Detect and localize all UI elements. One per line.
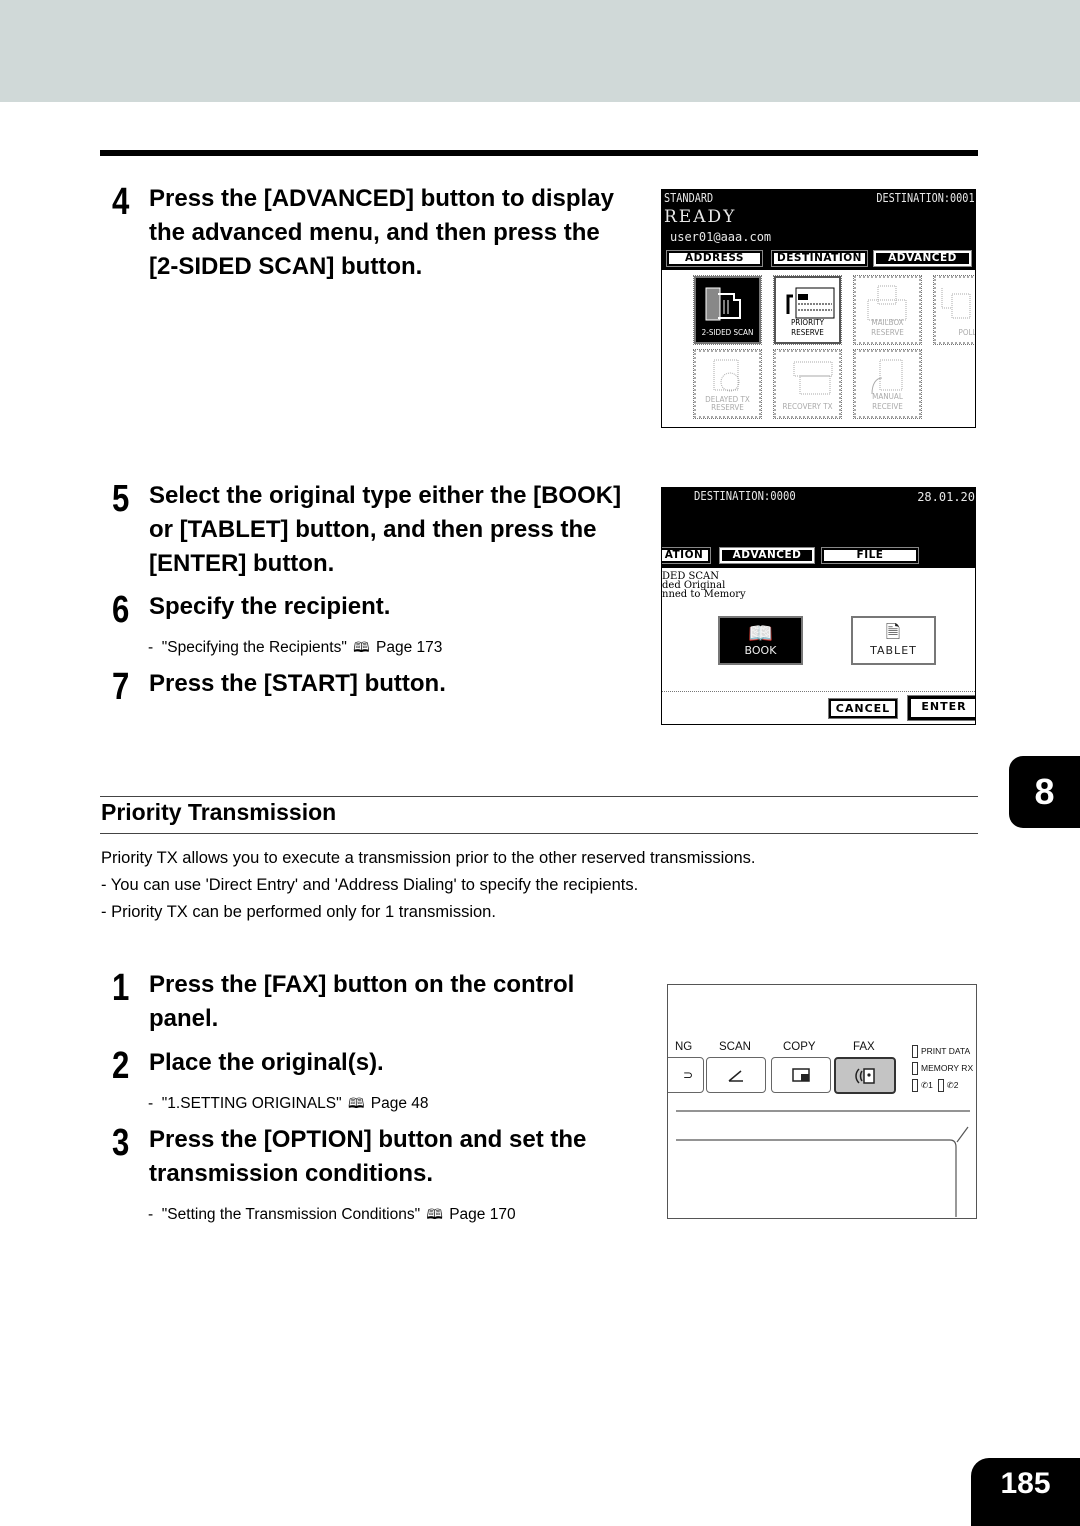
tablet-button[interactable]: 🗎 TABLET — [851, 616, 936, 665]
panel-outline — [676, 1110, 970, 1217]
delayed-tx-icon — [713, 359, 740, 392]
header-band — [0, 0, 1080, 102]
step-text: Press the [ADVANCED] button to display t… — [149, 185, 614, 280]
destination-count: DESTINATION:0000 — [694, 489, 796, 503]
two-sided-scan-icon — [705, 287, 741, 321]
reference-link-recipients[interactable]: - "Specifying the Recipients" 🕮 Page 173 — [148, 638, 442, 657]
section-rule-bottom — [100, 833, 978, 834]
section-bullet: - Priority TX can be performed only for … — [101, 903, 496, 921]
step-text: Place the original(s). — [149, 1049, 384, 1076]
book-icon: 📖 — [748, 621, 773, 645]
enter-button[interactable]: ENTER — [907, 695, 975, 721]
step-text: Specify the recipient. — [149, 593, 391, 620]
recovery-tx-button[interactable]: RECOVERY TX — [773, 349, 842, 419]
step-text: Press the [FAX] button on the control pa… — [149, 971, 575, 1032]
status-text: READY — [664, 207, 737, 227]
section-bullet: - You can use 'Direct Entry' and 'Addres… — [101, 876, 639, 894]
step-number: 4 — [112, 181, 130, 223]
step-number: 5 — [112, 478, 130, 520]
advanced-menu-screen: STANDARD DESTINATION:0001 READY user01@a… — [661, 189, 976, 428]
step-text: Press the [OPTION] button and set the tr… — [149, 1126, 587, 1187]
two-sided-scan-button[interactable]: 2-SIDED SCAN — [693, 275, 762, 345]
divider — [662, 691, 975, 692]
cancel-button[interactable]: CANCEL — [828, 698, 898, 719]
screen-header: STANDARD DESTINATION:0001 READY user01@a… — [662, 190, 975, 270]
recovery-tx-icon — [793, 361, 833, 395]
priority-reserve-button[interactable]: PRIORITY RESERVE — [773, 275, 842, 345]
mode-label: STANDARD — [664, 191, 714, 205]
original-type-screen: DESTINATION:0000 28.01.20 ATION ADVANCED… — [661, 487, 976, 725]
poll-icon — [941, 288, 971, 319]
step-text: Press the [START] button. — [149, 670, 446, 697]
tablet-icon: 🗎 — [885, 622, 902, 643]
step-number: 1 — [112, 967, 130, 1009]
book-icon: 🕮 — [426, 1206, 443, 1222]
delayed-tx-reserve-button[interactable]: DELAYED TX RESERVE — [693, 349, 762, 419]
step-number: 6 — [112, 589, 130, 631]
page-number: 185 — [971, 1458, 1080, 1526]
reference-link-setting-originals[interactable]: - "1.SETTING ORIGINALS" 🕮 Page 48 — [148, 1094, 429, 1113]
book-icon: 🕮 — [353, 639, 370, 655]
top-rule — [100, 150, 978, 156]
tab-address[interactable]: ADDRESS — [666, 250, 763, 267]
step-text: Select the original type either the [BOO… — [149, 482, 622, 577]
destination-count: DESTINATION:0001 — [876, 191, 975, 205]
tab-advanced[interactable]: ADVANCED — [719, 547, 815, 564]
book-icon: 🕮 — [347, 1095, 365, 1111]
info-text: DED SCAN ded Original nned to Memory — [662, 571, 746, 600]
book-button[interactable]: 📖 BOOK — [718, 616, 803, 665]
step-number: 7 — [112, 666, 130, 708]
chapter-tab[interactable]: 8 — [1009, 756, 1080, 828]
mailbox-reserve-button[interactable]: MAILBOX RESERVE — [853, 275, 922, 345]
tab-file[interactable]: FILE — [821, 547, 919, 564]
section-title: Priority Transmission — [101, 799, 337, 825]
poll-button[interactable]: POLL — [933, 275, 975, 345]
tab-advanced[interactable]: ADVANCED — [873, 250, 972, 267]
manual-receive-button[interactable]: MANUAL RECEIVE — [853, 349, 922, 419]
section-rule-top — [100, 796, 978, 797]
step-number: 3 — [112, 1122, 130, 1164]
user-email: user01@aaa.com — [670, 230, 772, 244]
screen-header: DESTINATION:0000 28.01.20 ATION ADVANCED… — [662, 488, 975, 568]
tab-destination[interactable]: DESTINATION — [771, 250, 868, 267]
reference-link-transmission-conditions[interactable]: - "Setting the Transmission Conditions" … — [148, 1205, 516, 1224]
control-panel-illustration: NG SCAN COPY FAX ⊃ PRINT DATA MEMORY RX … — [667, 984, 977, 1219]
step-number: 2 — [112, 1045, 130, 1087]
date-text: 28.01.20 — [917, 490, 975, 504]
tab-destination[interactable]: ATION — [662, 547, 711, 564]
section-intro: Priority TX allows you to execute a tran… — [101, 849, 756, 867]
